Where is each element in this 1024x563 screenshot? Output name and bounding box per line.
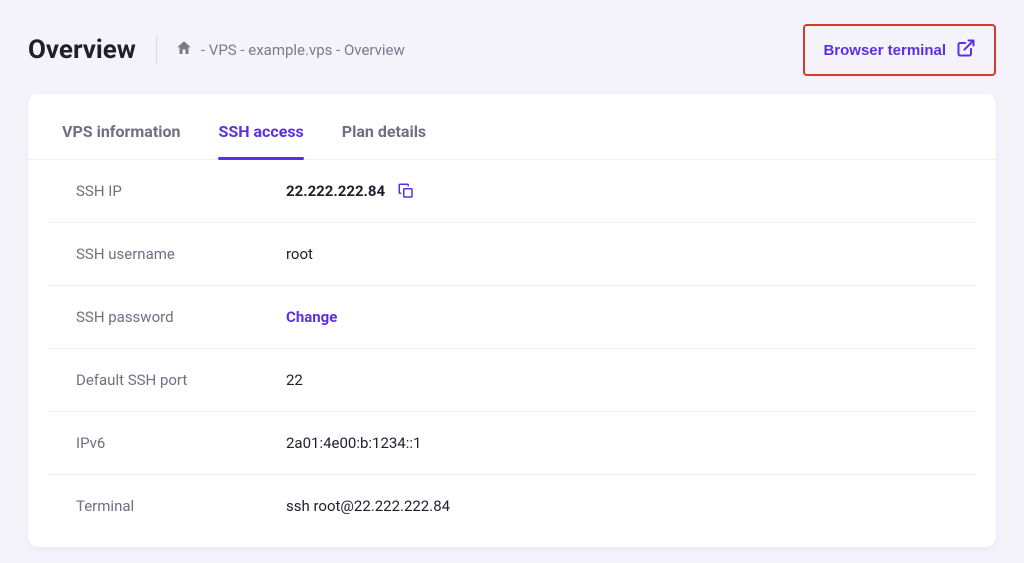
- value-ssh-username: root: [286, 245, 313, 263]
- row-terminal: Terminal ssh root@22.222.222.84: [48, 475, 976, 537]
- value-terminal: ssh root@22.222.222.84: [286, 497, 450, 515]
- copy-icon[interactable]: [397, 182, 415, 200]
- change-password-link[interactable]: Change: [286, 308, 337, 326]
- row-ssh-port: Default SSH port 22: [48, 349, 976, 412]
- label-ssh-password: SSH password: [76, 308, 286, 326]
- label-ipv6: IPv6: [76, 434, 286, 452]
- tab-vps-information[interactable]: VPS information: [62, 94, 180, 159]
- value-ssh-ip: 22.222.222.84: [286, 182, 415, 200]
- breadcrumb-text: - VPS - example.vps - Overview: [201, 41, 405, 59]
- tabs: VPS information SSH access Plan details: [28, 94, 996, 160]
- breadcrumb[interactable]: - VPS - example.vps - Overview: [175, 39, 804, 61]
- label-ssh-port: Default SSH port: [76, 371, 286, 389]
- label-terminal: Terminal: [76, 497, 286, 515]
- browser-terminal-button[interactable]: Browser terminal: [803, 24, 996, 76]
- divider: [156, 36, 157, 64]
- page-title: Overview: [28, 35, 136, 65]
- ssh-ip-text: 22.222.222.84: [286, 182, 385, 200]
- overview-card: VPS information SSH access Plan details …: [28, 94, 996, 547]
- row-ssh-password: SSH password Change: [48, 286, 976, 349]
- ssh-details: SSH IP 22.222.222.84 SSH username root S…: [28, 160, 996, 547]
- label-ssh-ip: SSH IP: [76, 182, 286, 200]
- label-ssh-username: SSH username: [76, 245, 286, 263]
- tab-ssh-access[interactable]: SSH access: [218, 94, 303, 159]
- external-link-icon: [956, 38, 976, 62]
- row-ssh-username: SSH username root: [48, 223, 976, 286]
- tab-plan-details[interactable]: Plan details: [342, 94, 426, 159]
- page-header: Overview - VPS - example.vps - Overview …: [0, 0, 1024, 94]
- row-ipv6: IPv6 2a01:4e00:b:1234::1: [48, 412, 976, 475]
- home-icon[interactable]: [175, 39, 193, 61]
- row-ssh-ip: SSH IP 22.222.222.84: [48, 160, 976, 223]
- value-ipv6: 2a01:4e00:b:1234::1: [286, 434, 421, 452]
- value-ssh-port: 22: [286, 371, 303, 389]
- browser-terminal-label: Browser terminal: [823, 42, 946, 59]
